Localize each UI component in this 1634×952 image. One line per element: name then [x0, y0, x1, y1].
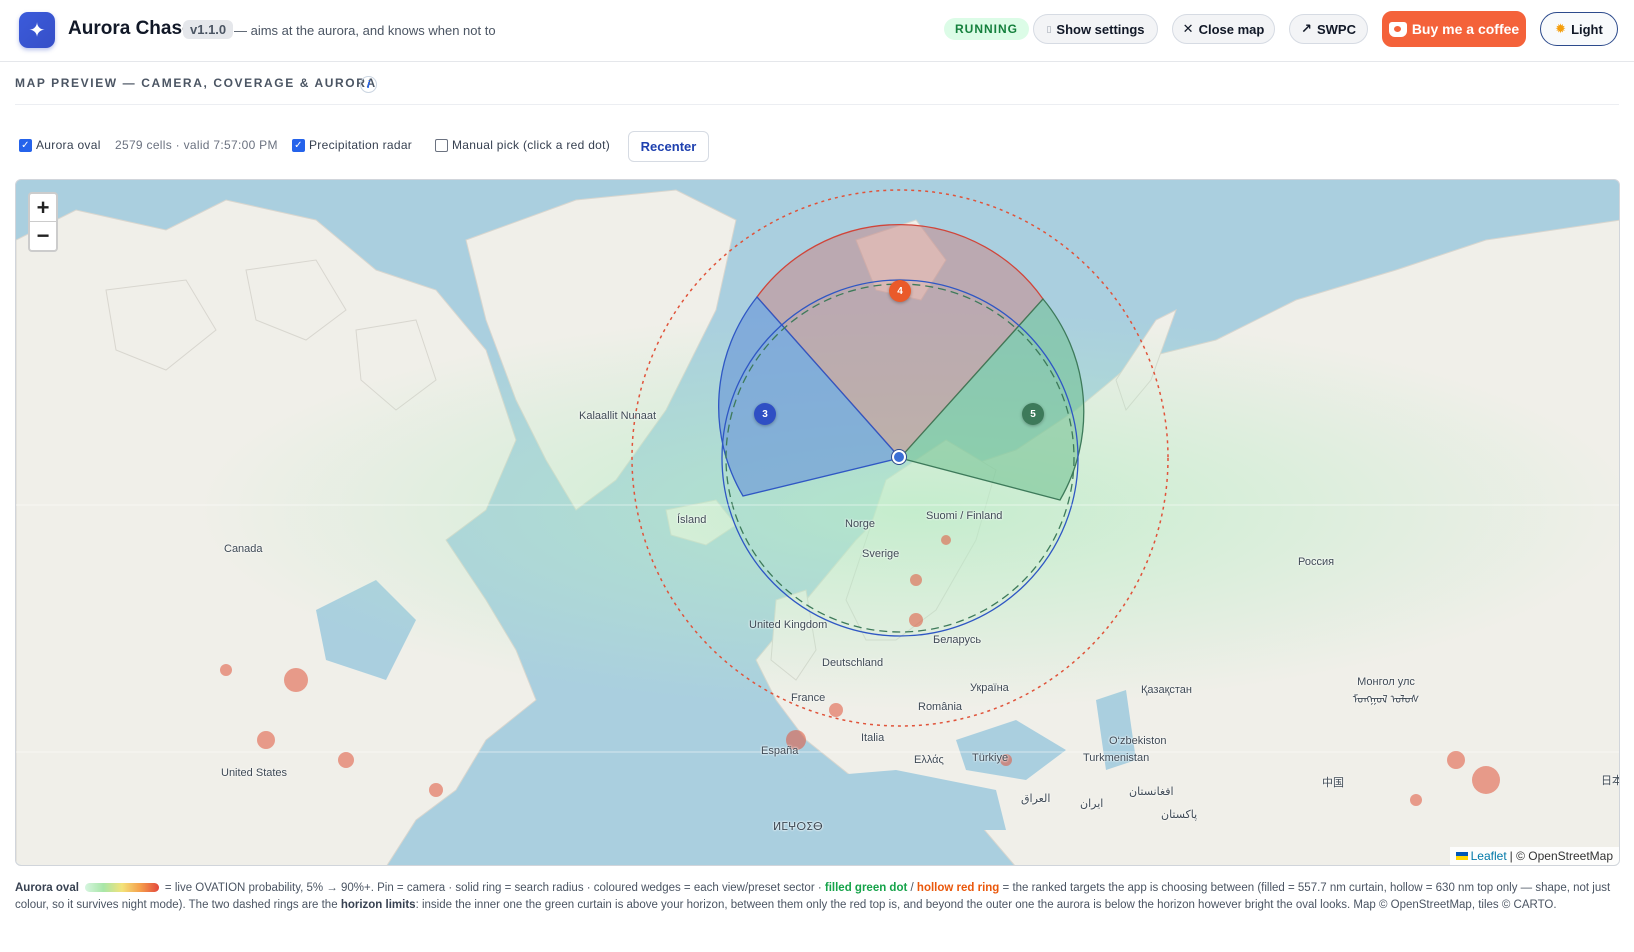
- legend-text-1: = live OVATION probability, 5% → 90%+. P…: [164, 882, 822, 894]
- app-header: ✦ Aurora Chaser v1.1.0 — aims at the aur…: [0, 0, 1634, 62]
- swpc-link-button[interactable]: ↗ SWPC: [1289, 14, 1368, 44]
- label-uk: United Kingdom: [749, 619, 828, 631]
- theme-toggle-button[interactable]: ✹ Light: [1540, 12, 1618, 46]
- label-germany: Deutschland: [822, 657, 884, 669]
- precipitation-radar-label: Precipitation radar: [309, 138, 413, 152]
- close-map-button[interactable]: ✕ Close map: [1172, 14, 1275, 44]
- aurora-oval-label: Aurora oval: [36, 138, 101, 152]
- label-belarus: Беларусь: [933, 634, 982, 646]
- manual-pick-label: Manual pick (click a red dot): [452, 138, 611, 152]
- map-attribution: Leaflet | © OpenStreetMap: [1449, 847, 1619, 865]
- zoom-in-button[interactable]: +: [30, 194, 56, 222]
- label-iraq: العراق: [1021, 793, 1051, 805]
- version-badge: v1.1.0: [183, 20, 234, 39]
- zoom-out-button[interactable]: −: [30, 222, 56, 250]
- label-kazakhstan: Қазақстан: [1141, 684, 1192, 696]
- label-spain: España: [761, 745, 799, 757]
- swpc-label: SWPC: [1316, 21, 1356, 37]
- label-finland: Suomi / Finland: [926, 510, 1003, 522]
- label-russia: Россия: [1298, 556, 1335, 568]
- label-mongolia: Монгол улс ᠮᠣᠩᠭᠣᠯ ᠤᠯᠤᠰ: [1352, 676, 1420, 706]
- legend-green-dot: filled green dot: [824, 882, 908, 894]
- info-icon[interactable]: i: [360, 76, 377, 93]
- legend-text-3: : inside the inner one the green curtain…: [415, 899, 1557, 911]
- map-preview[interactable]: + − Kalaallit Nunaat Canada Ísland Norge…: [15, 179, 1620, 866]
- label-ukraine: Україна: [970, 682, 1009, 694]
- ukraine-flag-icon: [1455, 852, 1468, 860]
- legend-red-ring: hollow red ring: [916, 882, 1000, 894]
- show-settings-label: Show settings: [1056, 21, 1145, 37]
- buy-me-a-coffee-button[interactable]: Buy me a coffee: [1382, 11, 1526, 47]
- label-usa: United States: [221, 767, 288, 779]
- app-logo-icon: ✦: [19, 12, 55, 48]
- label-italy: Italia: [861, 732, 885, 744]
- label-norway: Norge: [845, 518, 875, 530]
- legend-horizon-limits: horizon limits: [340, 899, 416, 911]
- target-marker-4[interactable]: 4: [889, 280, 911, 302]
- label-afghanistan: افغانستان: [1129, 786, 1174, 798]
- label-turkmenistan: Turkmenistan: [1083, 752, 1150, 764]
- zoom-control: + −: [28, 192, 58, 252]
- legend-label: Aurora oval: [15, 882, 79, 894]
- label-greenland: Kalaallit Nunaat: [579, 410, 657, 422]
- section-title: MAP PREVIEW — CAMERA, COVERAGE & AURORA: [15, 76, 377, 90]
- map-legend: Aurora oval = live OVATION probability, 5…: [15, 880, 1615, 914]
- aurora-probability-gradient: [84, 883, 159, 893]
- label-iran: ایران: [1080, 798, 1104, 810]
- camera-pin-icon[interactable]: [892, 450, 906, 464]
- coffee-label: Buy me a coffee: [1411, 21, 1520, 37]
- label-romania: România: [918, 701, 963, 713]
- theme-label: Light: [1571, 21, 1603, 37]
- precipitation-radar-toggle[interactable]: ✓ Precipitation radar: [292, 138, 412, 152]
- divider: [15, 104, 1619, 105]
- oval-cells-info: 2579 cells · valid 7:57:00 PM: [115, 138, 278, 152]
- sun-icon: ✹: [1555, 21, 1567, 36]
- label-china: 中国: [1322, 777, 1344, 789]
- label-morocco: ⵍⵎⵖⵔⵉⴱ: [773, 821, 823, 833]
- aurora-oval-checkbox[interactable]: ✓: [19, 138, 32, 152]
- external-link-icon: ↗: [1301, 21, 1312, 36]
- app-title: Aurora Chaser: [68, 18, 200, 39]
- target-marker-3[interactable]: 3: [754, 403, 776, 425]
- leaflet-link[interactable]: Leaflet: [1471, 849, 1507, 863]
- label-turkey: Türkiye: [972, 752, 1009, 764]
- label-canada: Canada: [224, 543, 263, 555]
- show-settings-button[interactable]: ▯ Show settings: [1033, 14, 1158, 44]
- label-france: France: [791, 692, 826, 704]
- close-map-label: Close map: [1198, 21, 1265, 37]
- label-iceland: Ísland: [677, 514, 707, 526]
- label-uzbekistan: O‘zbekiston: [1109, 735, 1167, 747]
- label-pakistan: پاکستان: [1161, 809, 1198, 821]
- recenter-button[interactable]: Recenter: [628, 131, 709, 162]
- legend-separator: /: [910, 882, 914, 894]
- manual-pick-checkbox[interactable]: [435, 138, 448, 152]
- label-japan: 日本: [1601, 775, 1619, 787]
- target-marker-5[interactable]: 5: [1022, 403, 1044, 425]
- settings-icon: ▯: [1046, 23, 1052, 34]
- precipitation-radar-checkbox[interactable]: ✓: [292, 138, 305, 152]
- manual-pick-toggle[interactable]: Manual pick (click a red dot): [435, 138, 610, 152]
- map-canvas: [16, 189, 1619, 865]
- status-badge: RUNNING: [944, 18, 1029, 40]
- close-icon: ✕: [1182, 21, 1194, 36]
- app-tagline: — aims at the aurora, and knows when not…: [234, 23, 496, 38]
- label-sweden: Sverige: [862, 548, 900, 560]
- coffee-cup-icon: [1388, 21, 1407, 37]
- label-greece: Ελλάς: [914, 754, 944, 766]
- osm-attribution[interactable]: | © OpenStreetMap: [1510, 849, 1613, 863]
- aurora-oval-toggle[interactable]: ✓ Aurora oval: [19, 138, 101, 152]
